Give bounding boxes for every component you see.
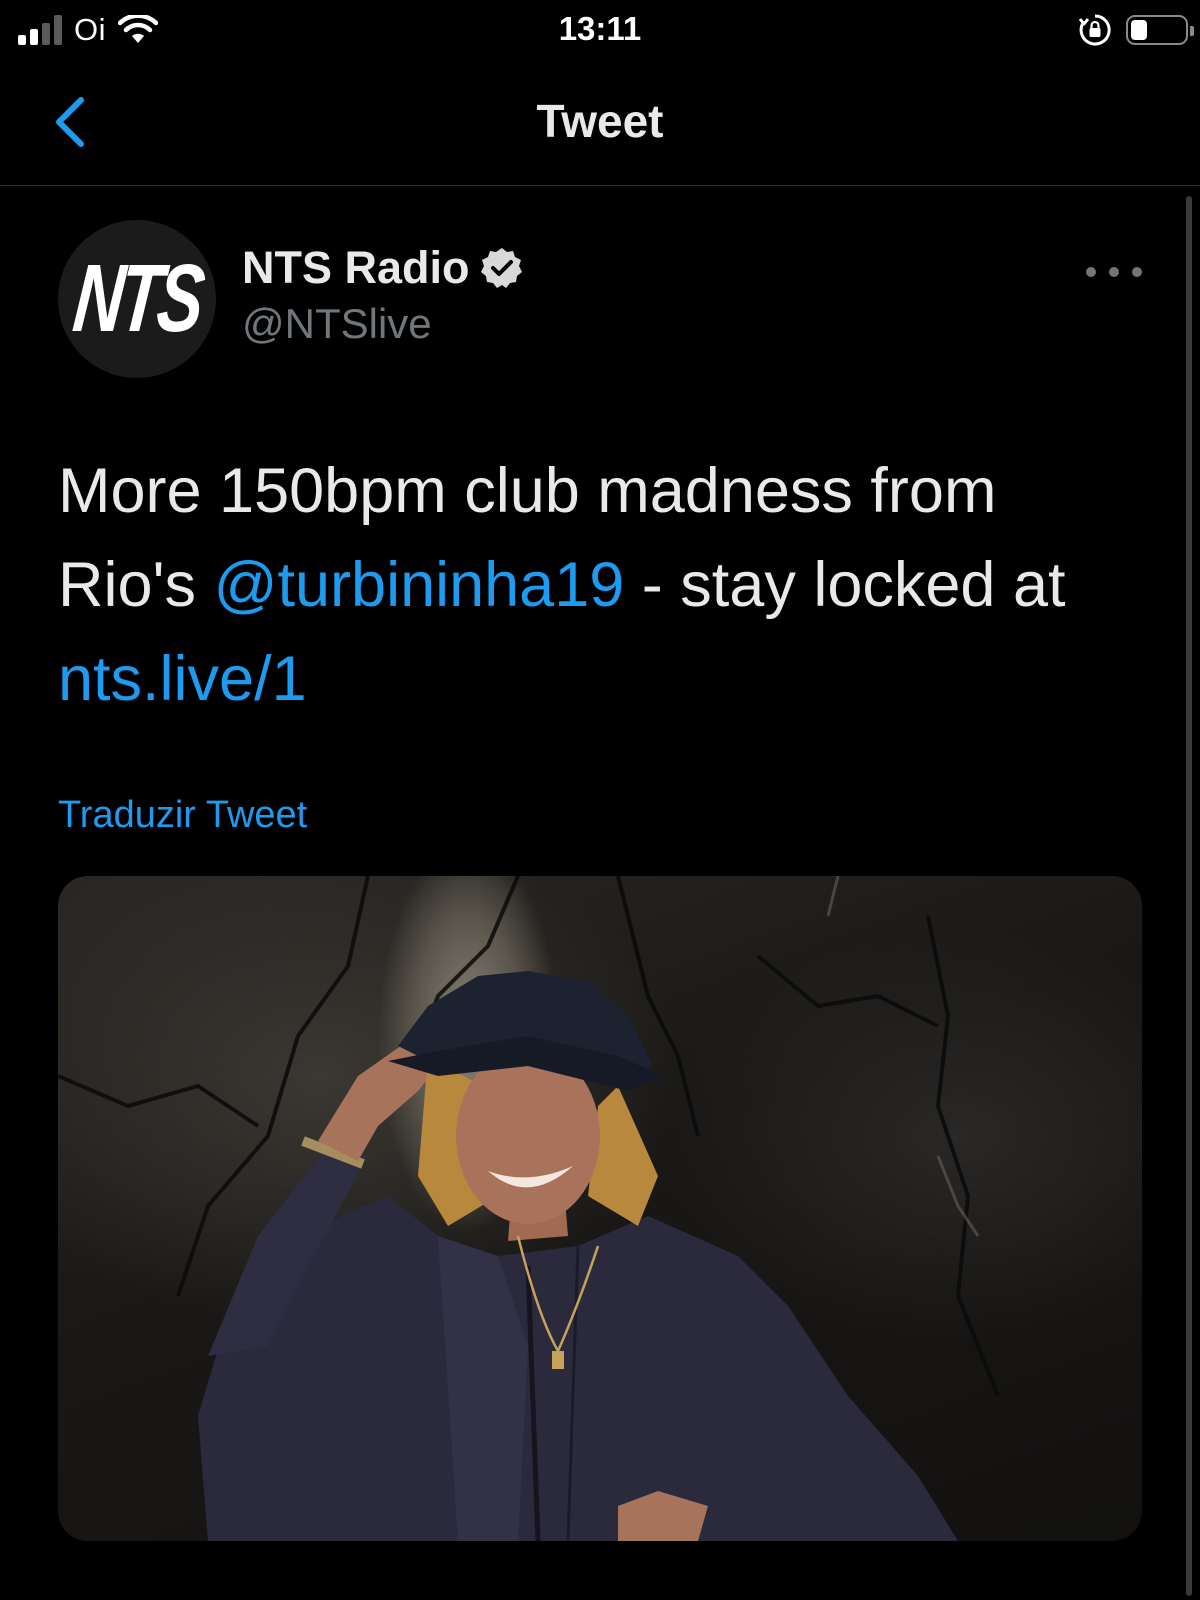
verified-badge-icon <box>480 248 522 288</box>
more-options-button[interactable] <box>1086 258 1142 286</box>
battery-icon <box>1126 15 1194 45</box>
tweet-photo[interactable] <box>58 876 1142 1541</box>
scrollbar[interactable] <box>1186 196 1192 1596</box>
navigation-bar: Tweet <box>0 62 1200 186</box>
rotation-lock-icon <box>1078 14 1111 46</box>
avatar[interactable]: NTS <box>58 220 216 378</box>
more-icon-dot <box>1086 267 1096 277</box>
tweet-text: More 150bpm club madness from Rio's @tur… <box>58 444 1138 726</box>
more-icon-dot <box>1132 267 1142 277</box>
mention-link[interactable]: @turbininha19 <box>214 550 625 620</box>
display-name[interactable]: NTS Radio <box>242 242 470 294</box>
photo-artwork <box>58 876 1000 1541</box>
status-right <box>1078 12 1194 48</box>
name-row: NTS Radio <box>242 240 524 296</box>
avatar-logo-text: NTS <box>68 245 206 352</box>
status-bar: Oi 13:11 <box>0 0 1200 62</box>
translate-tweet-link[interactable]: Traduzir Tweet <box>58 794 307 837</box>
tweet-author[interactable]: NTS Radio @NTSlive <box>242 240 524 348</box>
user-handle[interactable]: @NTSlive <box>242 300 524 348</box>
clock: 13:11 <box>558 10 642 47</box>
tweet-detail-screen: Oi 13:11 Tweet NTS NTS Radio @NTSlive Mo… <box>0 0 1200 1600</box>
tweet-text-part: - stay locked at <box>624 550 1066 620</box>
page-title: Tweet <box>536 95 664 147</box>
more-icon-dot <box>1109 267 1119 277</box>
url-link[interactable]: nts.live/1 <box>58 644 307 714</box>
